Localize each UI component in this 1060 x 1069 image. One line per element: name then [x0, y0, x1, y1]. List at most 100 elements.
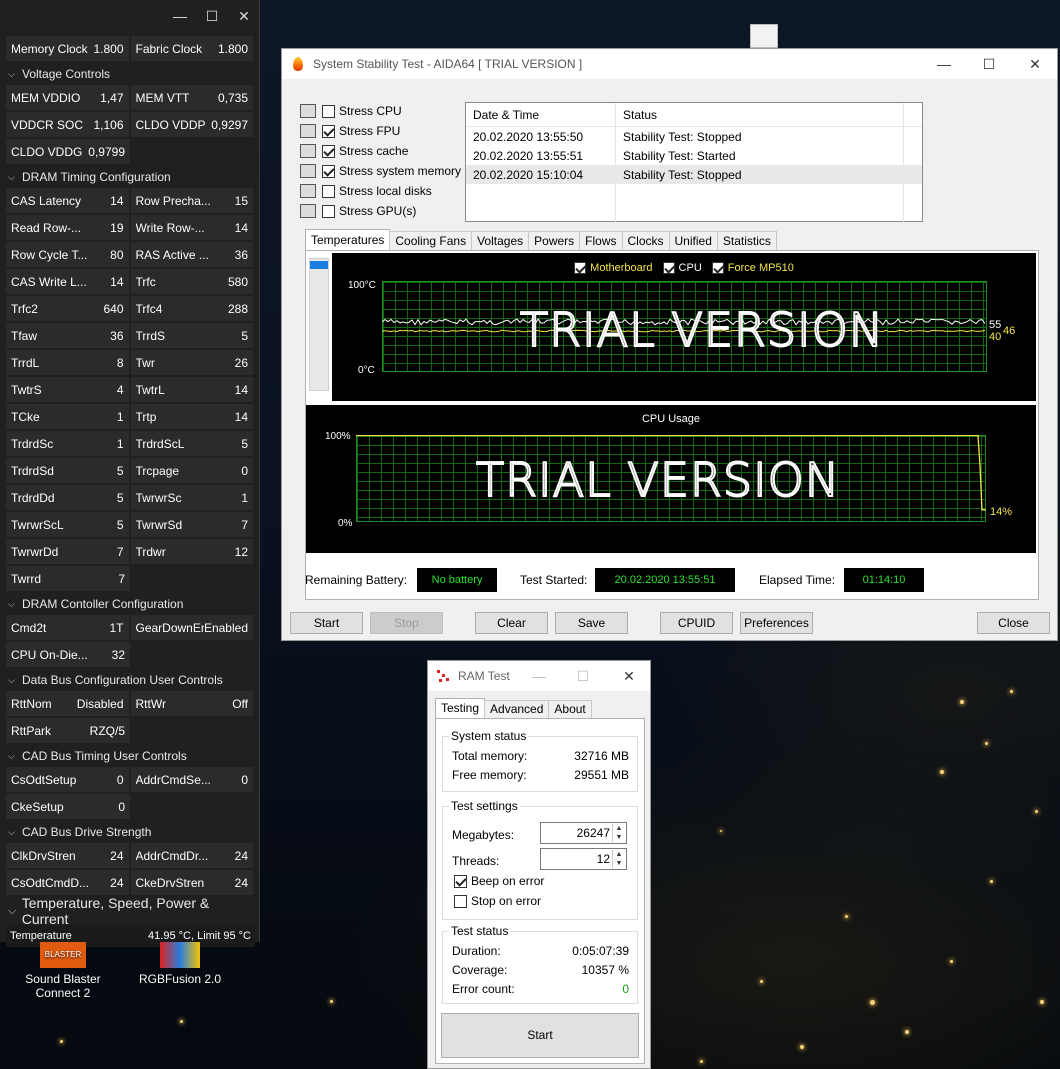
minimize-icon[interactable]: — [170, 6, 190, 26]
checkbox-icon[interactable] [454, 894, 467, 908]
legend-item[interactable]: Force MP510 [711, 262, 794, 274]
timing-row: VDDCR SOC 1,106 CLDO VDDP 0,9297 [6, 112, 255, 139]
stress-option[interactable]: Stress local disks [300, 181, 461, 201]
spinner-arrows-icon[interactable]: ▲ ▼ [612, 824, 625, 842]
table-row[interactable]: 20.02.2020 15:10:04 Stability Test: Stopp… [466, 165, 922, 184]
total-memory-value: 32716 MB [574, 749, 629, 763]
desktop-icon-sound-blaster[interactable]: BLASTER Sound Blaster Connect 2 [18, 942, 108, 1000]
stress-option[interactable]: Stress GPU(s) [300, 201, 461, 221]
timing-cell: TrdrdSd 5 [6, 458, 129, 483]
stress-option[interactable]: Stress FPU [300, 121, 461, 141]
desktop-icon-rgbfusion[interactable]: RGBFusion 2.0 [135, 942, 225, 986]
minimize-icon[interactable]: — [524, 666, 554, 686]
stress-option[interactable]: Stress cache [300, 141, 461, 161]
maximize-icon[interactable]: ☐ [974, 54, 1004, 74]
stop-on-error-label: Stop on error [471, 894, 542, 908]
close-icon[interactable]: ✕ [614, 666, 644, 686]
sensor-list-scrollbar[interactable] [309, 258, 329, 391]
timing-row: TwrwrScL 5 TwrwrSd 7 [6, 512, 255, 539]
tab-powers[interactable]: Powers [528, 231, 581, 251]
desktop-file-icon[interactable] [750, 24, 778, 48]
timing-name: RttPark [11, 723, 52, 738]
section-header[interactable]: ⌵ Temperature, Speed, Power & Current [6, 895, 255, 927]
tab-cooling-fans[interactable]: Cooling Fans [389, 231, 473, 251]
checkbox-icon[interactable] [662, 262, 675, 274]
stop-on-error-checkbox[interactable]: Stop on error [454, 894, 541, 908]
timing-value: 19 [110, 220, 124, 235]
checkbox-icon[interactable] [574, 262, 587, 274]
timing-cell: Trfc 580 [130, 269, 253, 294]
tab-unified[interactable]: Unified [668, 231, 718, 251]
table-header: Date & Time Status [466, 103, 922, 127]
close-icon[interactable]: ✕ [234, 6, 254, 26]
legend-item[interactable]: Motherboard [574, 262, 653, 274]
preferences-button[interactable]: Preferences [740, 612, 813, 634]
timing-name: Read Row-... [11, 220, 82, 235]
legend-item[interactable]: CPU [662, 262, 702, 274]
tab-clocks[interactable]: Clocks [621, 231, 670, 251]
minimize-icon[interactable]: — [929, 54, 959, 74]
save-button[interactable]: Save [555, 612, 628, 634]
checkbox-icon[interactable] [711, 262, 724, 274]
tab-flows[interactable]: Flows [579, 231, 623, 251]
timing-value: 24 [110, 875, 124, 890]
timing-cell: TrdrdSc 1 [6, 431, 129, 456]
timing-cell: GearDownEn Enabled [130, 615, 253, 640]
tab-voltages[interactable]: Voltages [471, 231, 530, 251]
clear-button[interactable]: Clear [475, 612, 548, 634]
checkbox-icon[interactable] [322, 204, 335, 218]
section-header[interactable]: ⌵ CAD Bus Drive Strength [6, 821, 255, 843]
beep-on-error-checkbox[interactable]: Beep on error [454, 874, 544, 888]
checkbox-icon[interactable] [322, 104, 335, 118]
tab-statistics[interactable]: Statistics [716, 231, 777, 251]
close-button[interactable]: Close [977, 612, 1050, 634]
table-cell: Stability Test: Stopped [616, 165, 904, 184]
checkbox-icon[interactable] [322, 184, 335, 198]
stress-option[interactable]: Stress CPU [300, 101, 461, 121]
stop-button[interactable]: Stop [370, 612, 443, 634]
tab-about[interactable]: About [548, 700, 592, 719]
timing-cell: ClkDrvStren 24 [6, 843, 129, 868]
timing-row: CPU On-Die... 32 [6, 642, 255, 669]
timing-cell: Trtp 14 [130, 404, 253, 429]
timing-row: TrdrdSd 5 Trcpage 0 [6, 458, 255, 485]
maximize-icon[interactable]: ☐ [202, 6, 222, 26]
timing-cell: TrdrdDd 5 [6, 485, 129, 510]
stress-option[interactable]: Stress system memory [300, 161, 461, 181]
section-header[interactable]: ⌵ Voltage Controls [6, 63, 255, 85]
timing-value: 26 [234, 355, 248, 370]
threads-input[interactable]: 12 ▲ ▼ [540, 848, 627, 870]
megabytes-input[interactable]: 26247 ▲ ▼ [540, 822, 627, 844]
chevron-down-icon: ⌵ [8, 674, 15, 685]
spinner-arrows-icon[interactable]: ▲ ▼ [612, 850, 625, 868]
table-row[interactable]: 20.02.2020 13:55:50 Stability Test: Stopp… [466, 127, 922, 146]
section-header[interactable]: ⌵ DRAM Contoller Configuration [6, 593, 255, 615]
ramtest-start-button[interactable]: Start [441, 1013, 639, 1058]
checkbox-icon[interactable] [454, 874, 467, 888]
section-header[interactable]: ⌵ Data Bus Configuration User Controls [6, 669, 255, 691]
tab-testing[interactable]: Testing [435, 698, 486, 719]
checkbox-icon[interactable] [322, 164, 335, 178]
table-row[interactable]: 20.02.2020 13:55:51 Stability Test: Start… [466, 146, 922, 165]
maximize-icon[interactable]: ☐ [568, 666, 598, 686]
checkbox-icon[interactable] [322, 144, 335, 158]
start-button[interactable]: Start [290, 612, 363, 634]
close-icon[interactable]: ✕ [1020, 54, 1050, 74]
coverage-row: Coverage: 10357 % [452, 963, 629, 977]
elapsed-time-label: Elapsed Time: [759, 573, 836, 587]
section-header[interactable]: ⌵ CAD Bus Timing User Controls [6, 745, 255, 767]
cpuid-button[interactable]: CPUID [660, 612, 733, 634]
checkbox-icon[interactable] [322, 124, 335, 138]
column-header-status[interactable]: Status [616, 103, 904, 126]
tab-temperatures[interactable]: Temperatures [305, 229, 391, 252]
section-header[interactable]: ⌵ DRAM Timing Configuration [6, 166, 255, 188]
free-memory-label: Free memory: [452, 768, 527, 782]
timing-value: 1.800 [93, 41, 124, 56]
scrollbar-thumb[interactable] [310, 261, 328, 269]
timing-value: 5 [116, 463, 124, 478]
timing-cell: Twr 26 [130, 350, 253, 375]
chevron-down-icon: ⌵ [8, 171, 15, 182]
column-header-datetime[interactable]: Date & Time [466, 103, 616, 126]
timing-name: Trfc4 [135, 301, 163, 316]
tab-advanced[interactable]: Advanced [484, 700, 550, 719]
